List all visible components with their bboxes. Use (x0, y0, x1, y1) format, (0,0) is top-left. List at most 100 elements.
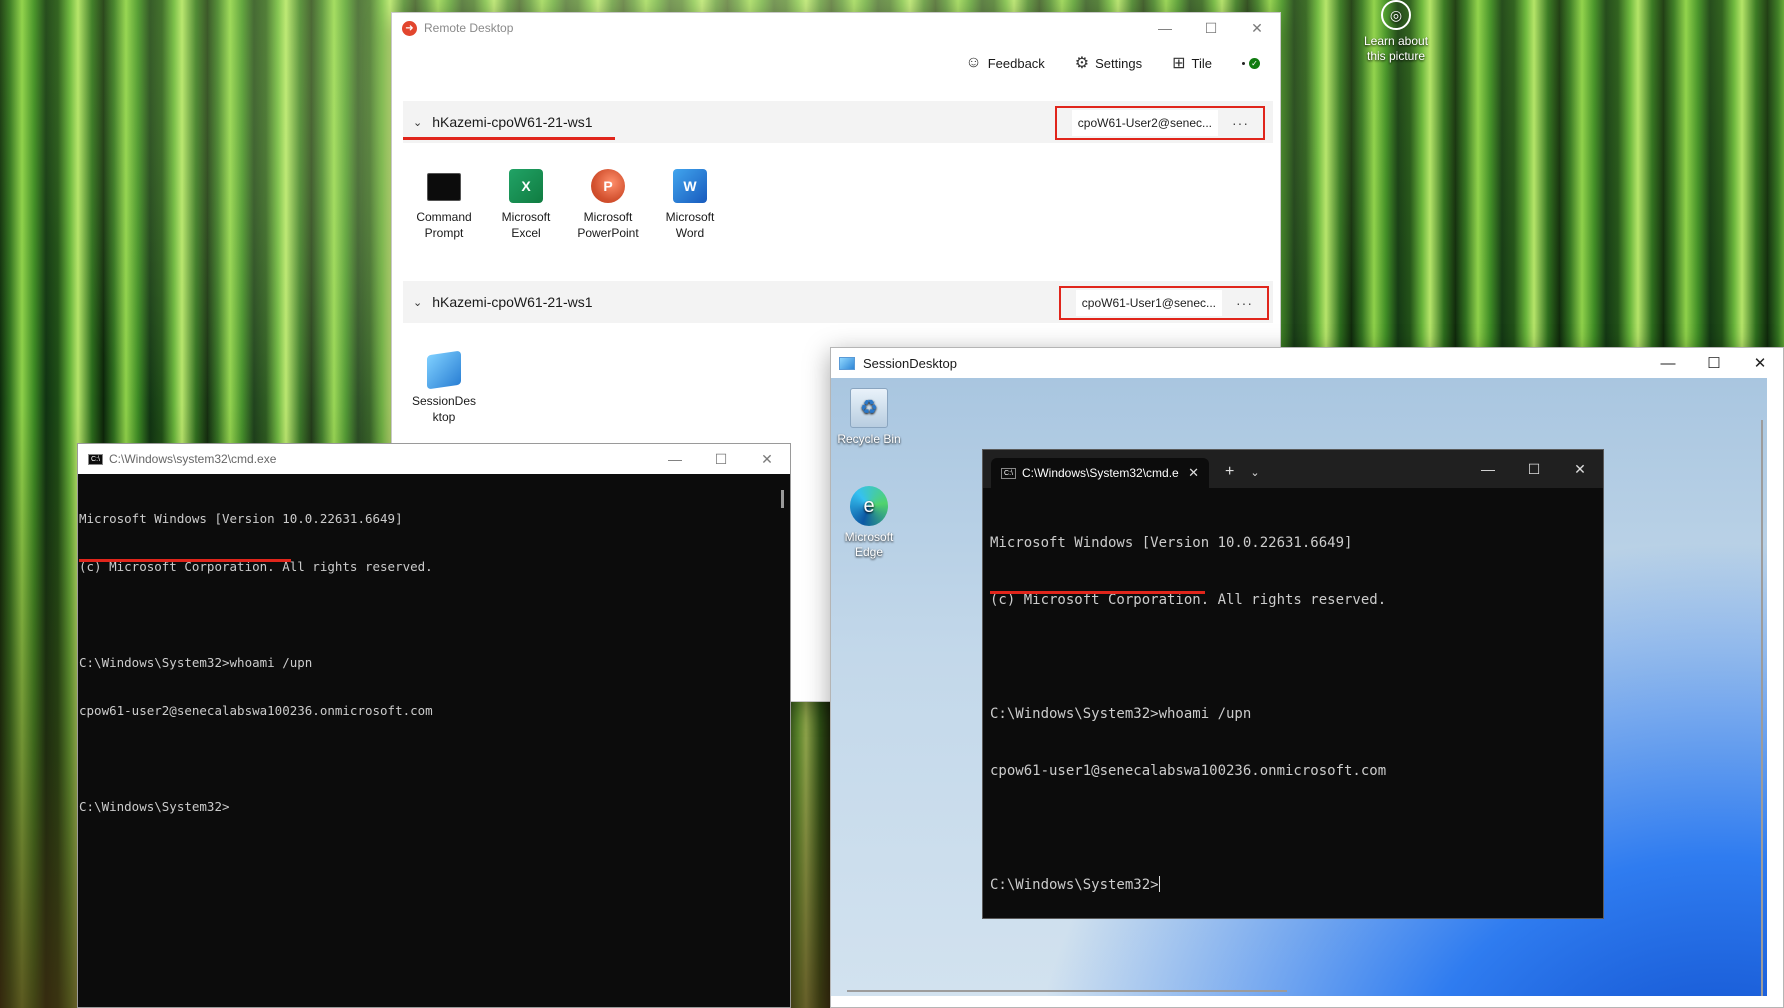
feedback-button[interactable]: ☺ Feedback (965, 54, 1044, 72)
workspace-group-1: ⌄ hKazemi-cpoW61-21-ws1 cpoW61-User2@sen… (403, 101, 1273, 241)
session-titlebar[interactable]: SessionDesktop — ☐ ✕ (831, 348, 1783, 378)
close-icon[interactable]: ✕ (1234, 13, 1280, 43)
minimize-icon[interactable]: — (1465, 450, 1511, 488)
maximize-icon[interactable]: ☐ (1691, 348, 1737, 378)
text-cursor (1158, 876, 1160, 892)
app-label-line1: Microsoft (501, 210, 551, 224)
chevron-down-icon[interactable]: ⌄ (413, 296, 422, 309)
console-line-prompt: C:\Windows\System32> (990, 876, 1603, 895)
app-command-prompt[interactable]: Command Prompt (403, 169, 485, 241)
tile-label: Tile (1191, 55, 1212, 71)
excel-icon: X (509, 169, 543, 203)
close-icon[interactable]: ✕ (744, 444, 790, 474)
terminal-tabbar[interactable]: C:\ C:\Windows\System32\cmd.e ✕ + ⌄ — ☐ … (983, 450, 1603, 488)
console-line: C:\Windows\System32>whoami /upn (990, 706, 1252, 722)
maximize-icon[interactable]: ☐ (1188, 13, 1234, 43)
workspace-name: hKazemi-cpoW61-21-ws1 (432, 114, 593, 130)
learn-about-picture[interactable]: ◎ Learn about this picture (1352, 0, 1440, 64)
close-tab-icon[interactable]: ✕ (1188, 465, 1199, 481)
session-desktop-icon (427, 350, 461, 390)
shield-icon: ✓ (1249, 57, 1260, 69)
minimize-icon[interactable]: — (1142, 13, 1188, 43)
app-powerpoint[interactable]: P Microsoft PowerPoint (567, 169, 649, 241)
terminal-console[interactable]: Microsoft Windows [Version 10.0.22631.66… (983, 488, 1603, 952)
cmd-icon: C:\ (1001, 467, 1016, 479)
gear-icon: ⚙ (1074, 55, 1090, 72)
recycle-bin-label: Recycle Bin (837, 432, 901, 446)
remote-desktop-area[interactable]: ♻ Recycle Bin e Microsoft Edge C:\ C:\Wi… (831, 378, 1767, 996)
console-line: Microsoft Windows [Version 10.0.22631.66… (990, 535, 1353, 551)
close-icon[interactable]: ✕ (1557, 450, 1603, 488)
tab-title: C:\Windows\System32\cmd.e (1022, 466, 1179, 480)
remote-desktop-logo-icon: ➜ (402, 20, 417, 36)
red-underline-annotation (79, 559, 291, 562)
word-icon: W (673, 169, 707, 203)
more-options-button[interactable]: ✓ (1242, 57, 1260, 69)
app-session-desktop[interactable]: SessionDes ktop (403, 350, 485, 425)
console-line: Microsoft Windows [Version 10.0.22631.66… (79, 511, 403, 526)
console-line: cpow61-user2@senecalabswa100236.onmicros… (79, 703, 433, 718)
settings-label: Settings (1095, 55, 1143, 71)
cmd-titlebar[interactable]: C:\ C:\Windows\system32\cmd.exe — ☐ ✕ (78, 444, 790, 474)
ellipsis-icon[interactable]: ··· (1236, 295, 1253, 311)
ellipsis-icon[interactable]: ··· (1232, 115, 1249, 131)
camera-icon: ◎ (1381, 0, 1411, 30)
learn-about-line2: this picture (1366, 49, 1426, 63)
vertical-scrollbar[interactable] (1761, 420, 1763, 996)
maximize-icon[interactable]: ☐ (1511, 450, 1557, 488)
window-title: C:\Windows\system32\cmd.exe (109, 452, 277, 466)
tile-button[interactable]: ⊞ Tile (1172, 53, 1212, 73)
local-cmd-window: C:\ C:\Windows\system32\cmd.exe — ☐ ✕ Mi… (77, 443, 791, 1008)
app-excel[interactable]: X Microsoft Excel (485, 169, 567, 241)
window-controls: — ☐ ✕ (1142, 13, 1280, 43)
app-label-line2: Word (675, 226, 705, 240)
microsoft-edge[interactable]: e Microsoft Edge (831, 486, 907, 560)
app-label-line1: Microsoft (665, 210, 715, 224)
remote-desktop-titlebar[interactable]: ➜ Remote Desktop — ☐ ✕ (392, 13, 1280, 43)
recycle-bin[interactable]: ♻ Recycle Bin (831, 388, 907, 447)
horizontal-scrollbar[interactable] (847, 990, 1287, 992)
console-line: C:\Windows\System32>whoami /upn (79, 655, 313, 670)
chevron-down-icon[interactable]: ⌄ (1250, 466, 1259, 479)
close-icon[interactable]: ✕ (1737, 348, 1783, 378)
maximize-icon[interactable]: ☐ (698, 444, 744, 474)
app-label-line1: Microsoft (583, 210, 633, 224)
window-controls: — ☐ ✕ (652, 444, 790, 474)
cmd-icon: C:\ (88, 453, 103, 465)
workspace-header[interactable]: ⌄ hKazemi-cpoW61-21-ws1 cpoW61-User2@sen… (403, 101, 1273, 143)
workspace-header[interactable]: ⌄ hKazemi-cpoW61-21-ws1 cpoW61-User1@sen… (403, 281, 1273, 323)
grid-icon: ⊞ (1172, 55, 1186, 72)
window-controls: — ☐ ✕ (1645, 348, 1783, 378)
chevron-down-icon[interactable]: ⌄ (413, 116, 422, 129)
edge-icon: e (850, 486, 888, 526)
workspace-user[interactable]: cpoW61-User2@senec... (1071, 110, 1218, 136)
session-desktop-window: SessionDesktop — ☐ ✕ ♻ Recycle Bin e Mic… (830, 347, 1784, 1008)
app-label-line2: Excel (511, 226, 541, 240)
settings-button[interactable]: ⚙ Settings (1075, 53, 1142, 73)
windows-terminal-window: C:\ C:\Windows\System32\cmd.e ✕ + ⌄ — ☐ … (982, 449, 1604, 919)
workspace-user[interactable]: cpoW61-User1@senec... (1075, 290, 1222, 316)
workspace-name: hKazemi-cpoW61-21-ws1 (432, 294, 593, 310)
dot-icon (1242, 61, 1245, 65)
app-label-line1: Command (416, 210, 472, 224)
powerpoint-icon: P (591, 169, 625, 203)
edge-label-line2: Edge (854, 545, 884, 559)
new-tab-icon[interactable]: + (1225, 463, 1234, 481)
minimize-icon[interactable]: — (652, 444, 698, 474)
workspace-user-highlight: cpoW61-User2@senec... ··· (1055, 106, 1265, 140)
app-label-line2: PowerPoint (577, 226, 639, 240)
window-title: SessionDesktop (863, 355, 957, 371)
cmd-console[interactable]: Microsoft Windows [Version 10.0.22631.66… (78, 474, 790, 1008)
remote-session-icon (839, 356, 855, 370)
app-list: Command Prompt X Microsoft Excel P Micro… (403, 143, 1273, 241)
window-title: Remote Desktop (424, 21, 514, 35)
terminal-tab[interactable]: C:\ C:\Windows\System32\cmd.e ✕ (991, 458, 1209, 488)
workspace-user-highlight: cpoW61-User1@senec... ··· (1059, 286, 1269, 320)
recycle-bin-icon: ♻ (850, 388, 888, 428)
minimize-icon[interactable]: — (1645, 348, 1691, 378)
scrollbar-thumb[interactable] (781, 490, 784, 508)
app-word[interactable]: W Microsoft Word (649, 169, 731, 241)
